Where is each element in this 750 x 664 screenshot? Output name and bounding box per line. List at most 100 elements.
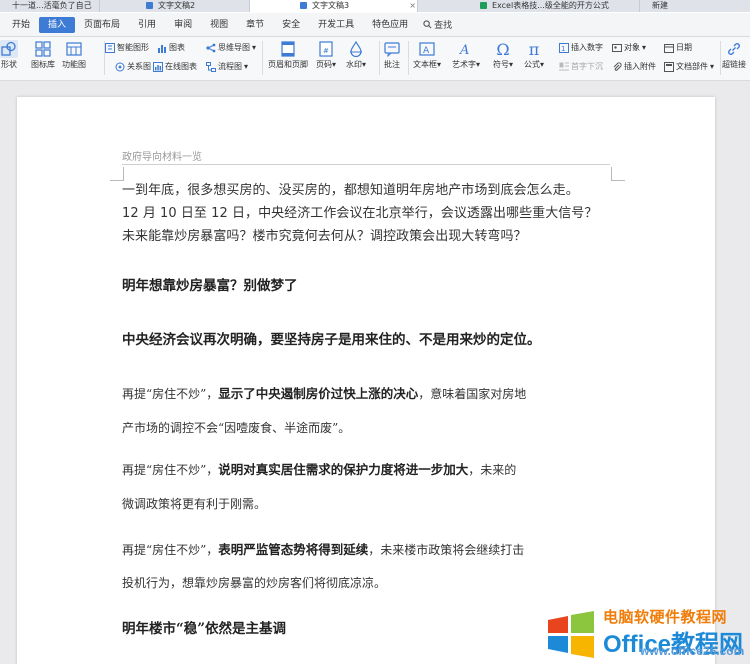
symbol-button[interactable]: Ω 符号▾ bbox=[493, 40, 513, 70]
link-icon bbox=[725, 40, 743, 58]
bar-chart-icon bbox=[156, 43, 167, 54]
divider bbox=[720, 41, 721, 75]
textbox-label: 文本框▾ bbox=[413, 60, 442, 69]
doc-icon bbox=[300, 2, 307, 9]
tab-doc-4[interactable]: Excel表格技...级全能的开方公式 bbox=[418, 0, 640, 12]
comment-icon bbox=[383, 40, 401, 58]
online-chart-button[interactable]: 在线图表 bbox=[152, 61, 197, 73]
insert-number-button[interactable]: 1 插入数字 bbox=[558, 42, 603, 54]
textbox-button[interactable]: A 文本框▾ bbox=[413, 40, 441, 70]
page-number-icon: # bbox=[317, 40, 335, 58]
tab-label: 文字文稿3 bbox=[312, 1, 350, 10]
divider bbox=[408, 41, 409, 75]
menu-references[interactable]: 引用 bbox=[129, 17, 165, 33]
drop-cap-icon bbox=[558, 62, 569, 73]
doc-icon bbox=[146, 2, 153, 9]
pi-icon: π bbox=[528, 39, 540, 59]
header-divider bbox=[122, 164, 610, 165]
menu-insert[interactable]: 插入 bbox=[39, 16, 76, 33]
tab-doc-3[interactable]: 文字文稿3 × bbox=[250, 0, 418, 12]
shape-icon bbox=[0, 40, 18, 58]
tab-doc-1[interactable]: 十一道...活毫负了自己 bbox=[0, 0, 100, 12]
date-label: 日期 bbox=[676, 43, 692, 52]
omega-icon: Ω bbox=[496, 39, 510, 59]
relation-chart-button[interactable]: 关系图 bbox=[114, 61, 151, 73]
windows-logo-icon bbox=[548, 611, 594, 658]
excel-icon bbox=[480, 2, 487, 9]
intro-line: 12 月 10 日至 12 日，中央经济工作会议在北京举行，会议透露出哪些重大信… bbox=[122, 206, 598, 221]
tab-doc-2[interactable]: 文字文稿2 bbox=[100, 0, 250, 12]
comment-button[interactable]: 批注 bbox=[383, 40, 401, 70]
shape-button[interactable]: 形状 bbox=[0, 40, 18, 70]
document-page[interactable]: 政府导向材料一览 一到年底，很多想买房的、没买房的，都想知道明年房地产市场到底会… bbox=[17, 97, 715, 664]
page-number-button[interactable]: # 页码▾ bbox=[316, 40, 336, 70]
menu-security[interactable]: 安全 bbox=[273, 17, 309, 33]
online-chart-icon bbox=[152, 62, 163, 73]
page-header[interactable]: 政府导向材料一览 bbox=[122, 148, 202, 163]
svg-text:#: # bbox=[323, 47, 329, 55]
menu-review[interactable]: 审阅 bbox=[165, 17, 201, 33]
drop-cap-button[interactable]: 首字下沉 bbox=[558, 61, 603, 73]
intro-line: 未来能靠炒房暴富吗？楼市究竟何去何从？调控政策会出现大转弯吗？ bbox=[122, 229, 527, 244]
relation-label: 关系图 bbox=[127, 62, 151, 71]
object-button[interactable]: 对象 ▾ bbox=[611, 42, 646, 54]
formula-button[interactable]: π 公式▾ bbox=[524, 40, 544, 70]
svg-text:1: 1 bbox=[561, 45, 565, 53]
formula-label: 公式▾ bbox=[524, 60, 545, 69]
document-canvas[interactable]: 政府导向材料一览 一到年底，很多想买房的、没买房的，都想知道明年房地产市场到底会… bbox=[0, 81, 750, 664]
watermark-icon bbox=[347, 40, 365, 58]
menu-view[interactable]: 视图 bbox=[201, 17, 237, 33]
search-box[interactable]: 查找 bbox=[417, 18, 458, 31]
insert-attachment-button[interactable]: 插入附件 bbox=[611, 61, 656, 73]
heading: 明年楼市“稳”依然是主基调 bbox=[122, 621, 287, 637]
chevron-down-icon: ▾ bbox=[362, 60, 367, 69]
chevron-down-icon: ▾ bbox=[540, 60, 545, 69]
drop-cap-label: 首字下沉 bbox=[571, 62, 603, 71]
menu-page-layout[interactable]: 页面布局 bbox=[75, 17, 129, 33]
function-chart-icon bbox=[65, 40, 83, 58]
chevron-down-icon: ▾ bbox=[642, 43, 647, 52]
menu-developer[interactable]: 开发工具 bbox=[309, 17, 363, 33]
tab-label: 文字文稿2 bbox=[158, 1, 196, 10]
paragraph-line: 产市场的调控不会“因噎废食、半途而废”。 bbox=[122, 421, 351, 435]
close-icon[interactable]: × bbox=[409, 0, 416, 11]
insert-number-label: 插入数字 bbox=[571, 43, 603, 52]
mindmap-label: 思维导图 bbox=[218, 43, 250, 52]
menu-features[interactable]: 特色应用 bbox=[363, 17, 417, 33]
chart-button[interactable]: 图表 bbox=[156, 42, 185, 54]
tab-new[interactable]: 新建 bbox=[640, 0, 750, 12]
watermark-button[interactable]: 水印▾ bbox=[346, 40, 366, 70]
menu-section[interactable]: 章节 bbox=[237, 17, 273, 33]
chart-label: 图表 bbox=[169, 43, 185, 52]
menu-start[interactable]: 开始 bbox=[0, 17, 39, 33]
hyperlink-label: 超链接 bbox=[722, 60, 746, 69]
search-label: 查找 bbox=[434, 21, 453, 31]
function-chart-button[interactable]: 功能图 bbox=[62, 40, 86, 70]
chevron-down-icon: ▾ bbox=[437, 60, 442, 69]
page-number-label: 页码▾ bbox=[316, 60, 337, 69]
icon-library-label: 图标库 bbox=[31, 60, 55, 69]
doc-parts-icon bbox=[663, 62, 674, 73]
svg-text:A: A bbox=[423, 46, 430, 56]
header-footer-button[interactable]: 页眉和页脚 bbox=[268, 40, 308, 70]
shape-label: 形状 bbox=[1, 60, 17, 69]
doc-parts-label: 文档部件 bbox=[676, 62, 708, 71]
flowchart-button[interactable]: 流程图 ▾ bbox=[205, 61, 248, 73]
smart-shape-button[interactable]: 智能图形 bbox=[104, 42, 149, 54]
search-icon bbox=[423, 20, 432, 29]
paragraph-line: 投机行为，想靠炒房暴富的炒房客们将彻底凉凉。 bbox=[122, 576, 387, 590]
chevron-down-icon: ▾ bbox=[509, 60, 514, 69]
art-text-button[interactable]: A 艺术字▾ bbox=[452, 40, 480, 70]
menu-bar: 开始 插入 页面布局 引用 审阅 视图 章节 安全 开发工具 特色应用 查找 bbox=[0, 13, 750, 37]
date-button[interactable]: 日期 bbox=[663, 42, 692, 54]
icon-library-button[interactable]: 图标库 bbox=[31, 40, 55, 70]
chevron-down-icon: ▾ bbox=[332, 60, 337, 69]
heading: 中央经济会议再次明确，要坚持房子是用来住的、不是用来炒的定位。 bbox=[122, 332, 541, 348]
hyperlink-button[interactable]: 超链接 bbox=[722, 40, 746, 70]
mindmap-icon bbox=[205, 43, 216, 54]
document-tab-bar: 十一道...活毫负了自己 文字文稿2 文字文稿3 × Excel表格技...级全… bbox=[0, 0, 750, 12]
paragraph-line: 再提“房住不炒”，显示了中央遏制房价过快上涨的决心，意味着国家对房地 bbox=[122, 386, 527, 401]
doc-parts-button[interactable]: 文档部件 ▾ bbox=[663, 61, 714, 73]
mindmap-button[interactable]: 思维导图 ▾ bbox=[205, 42, 256, 54]
paragraph-line: 再提“房住不炒”，表明严监管态势将得到延续，未来楼市政策将会继续打击 bbox=[122, 542, 525, 557]
